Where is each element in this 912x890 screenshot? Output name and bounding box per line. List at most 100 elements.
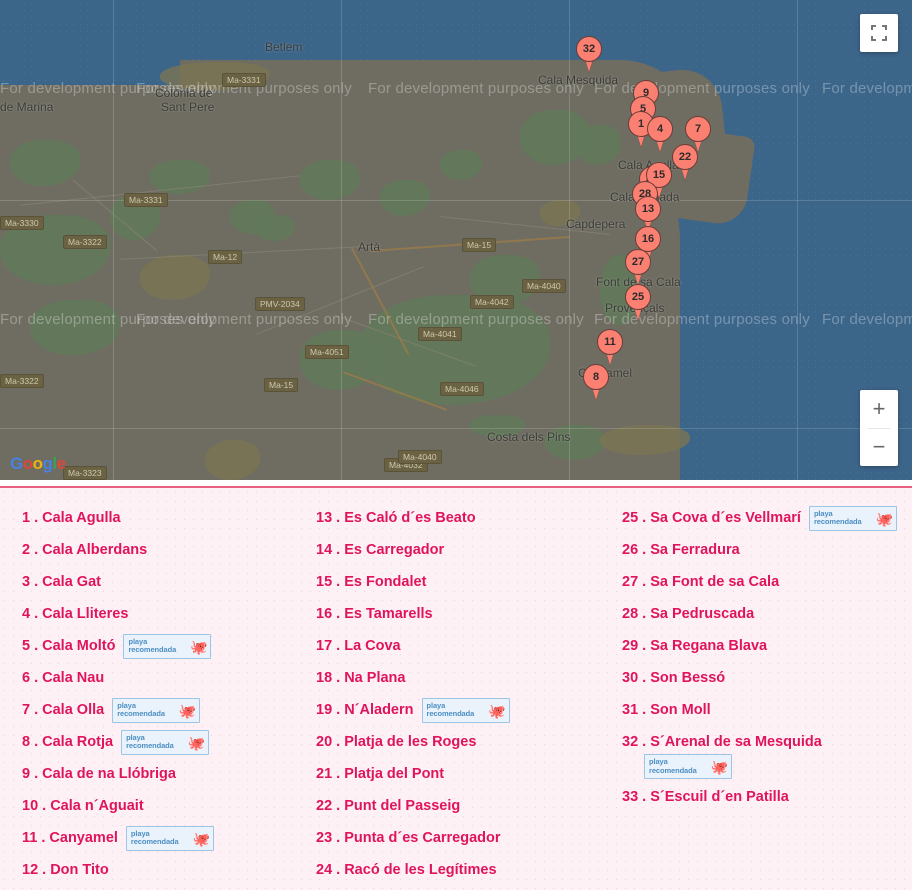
zoom-out-button[interactable]: − bbox=[860, 429, 898, 467]
map-road-shield: Ma-4042 bbox=[470, 295, 514, 309]
beach-list-item[interactable]: 25 . Sa Cova d´es Vellmarí playa recomenda… bbox=[622, 502, 912, 534]
beach-list-item[interactable]: 16 . Es Tamarells bbox=[316, 598, 608, 630]
beach-list-item[interactable]: 1 . Cala Agulla bbox=[22, 502, 304, 534]
playa-recomendada-badge-text: playa recomendada bbox=[427, 701, 475, 719]
map-marker-4[interactable]: 4 bbox=[647, 116, 673, 152]
beach-list-item[interactable]: 28 . Sa Pedruscada bbox=[622, 598, 912, 630]
beach-list-item[interactable]: 20 . Platja de les Roges bbox=[316, 726, 608, 758]
beach-list-item-label: 17 . La Cova bbox=[316, 638, 401, 654]
google-attribution-logo[interactable]: Google bbox=[10, 454, 66, 474]
beach-list-item[interactable]: 6 . Cala Nau bbox=[22, 662, 304, 694]
playa-recomendada-badge: playa recomendada 🐙 bbox=[121, 729, 210, 755]
beach-list-item[interactable]: 24 . Racó de les Legítimes bbox=[316, 854, 608, 886]
beach-list-item[interactable]: 7 . Cala Olla playa recomendada 🐙 bbox=[22, 694, 304, 726]
map-marker-number: 13 bbox=[641, 202, 655, 215]
fullscreen-button[interactable] bbox=[860, 14, 898, 52]
beach-list-item-label: 3 . Cala Gat bbox=[22, 574, 101, 590]
badge-line-2: recomendada bbox=[813, 517, 862, 526]
map-place-label: Cala Mesquida bbox=[538, 73, 619, 87]
beach-list-item-label: 33 . S´Escuil d´en Patilla bbox=[622, 789, 789, 805]
map-road-shield: Ma-4046 bbox=[440, 382, 484, 396]
map-marker-32[interactable]: 32 bbox=[576, 36, 602, 72]
zoom-in-button[interactable]: + bbox=[860, 390, 898, 428]
beach-list-item[interactable]: 31 . Son Moll bbox=[622, 694, 912, 726]
map-road-shield: Ma-3322 bbox=[63, 235, 107, 249]
beach-list-item-label: 7 . Cala Olla bbox=[22, 702, 105, 718]
beach-list-item[interactable]: 2 . Cala Alberdans bbox=[22, 534, 304, 566]
beach-list-item[interactable]: 33 . S´Escuil d´en Patilla bbox=[622, 781, 912, 813]
beach-legend-columns: 1 . Cala Agulla 2 . Cala Alberdans 3 . Cal… bbox=[0, 502, 912, 886]
beach-list-item[interactable]: 26 . Sa Ferradura bbox=[622, 534, 912, 566]
map-marker-number: 22 bbox=[678, 150, 692, 163]
map-marker-number: 4 bbox=[656, 122, 664, 135]
beach-legend-column-1: 1 . Cala Agulla 2 . Cala Alberdans 3 . Cal… bbox=[0, 502, 304, 886]
beach-list-item[interactable]: 5 . Cala Moltó playa recomendada 🐙 bbox=[22, 630, 304, 662]
map-marker-number: 16 bbox=[641, 232, 655, 245]
beach-list-item-label: 1 . Cala Agulla bbox=[22, 510, 121, 526]
map-place-label: Colònia de bbox=[155, 86, 213, 100]
beach-list-item-label: 28 . Sa Pedruscada bbox=[622, 606, 755, 622]
map-place-label: Betlem bbox=[265, 40, 303, 54]
map-marker-27[interactable]: 27 bbox=[625, 249, 651, 285]
beach-list-item-label: 9 . Cala de na Llóbriga bbox=[22, 766, 176, 782]
beach-list-item-label: 26 . Sa Ferradura bbox=[622, 542, 740, 558]
map-tile-gridline bbox=[569, 0, 570, 480]
map-marker-number: 27 bbox=[631, 255, 645, 268]
fullscreen-icon bbox=[871, 25, 887, 41]
beach-list-item-label: 8 . Cala Rotja bbox=[22, 734, 114, 750]
beach-list-item-label: 11 . Canyamel bbox=[22, 830, 118, 846]
map-marker-8[interactable]: 8 bbox=[583, 364, 609, 400]
beach-list-item[interactable]: 9 . Cala de na Llóbriga bbox=[22, 758, 304, 790]
beach-list-item[interactable]: 8 . Cala Rotja playa recomendada 🐙 bbox=[22, 726, 304, 758]
badge-line-2: recomendada bbox=[128, 645, 177, 654]
beach-list-item[interactable]: 18 . Na Plana bbox=[316, 662, 608, 694]
beach-list-item[interactable]: 21 . Platja del Pont bbox=[316, 758, 608, 790]
map-road-shield: Ma-12 bbox=[208, 250, 243, 264]
playa-recomendada-badge-text: playa recomendada bbox=[128, 637, 177, 655]
beach-list-item[interactable]: 14 . Es Carregador bbox=[316, 534, 608, 566]
beach-list-item[interactable]: 3 . Cala Gat bbox=[22, 566, 304, 598]
map-marker-number: 11 bbox=[604, 335, 616, 348]
beach-list-item[interactable]: 22 . Punt del Passeig bbox=[316, 790, 608, 822]
beach-list-item[interactable]: 30 . Son Bessó bbox=[622, 662, 912, 694]
beach-list-item-label: 13 . Es Caló d´es Beato bbox=[316, 510, 476, 526]
map-watermark: For development purposes only bbox=[822, 80, 912, 97]
zoom-controls[interactable]: + − bbox=[860, 390, 898, 466]
beach-list-item[interactable]: 23 . Punta d´es Carregador bbox=[316, 822, 608, 854]
beach-list-item[interactable]: 29 . Sa Regana Blava bbox=[622, 630, 912, 662]
beach-list-item-label: 6 . Cala Nau bbox=[22, 670, 105, 686]
map-marker-11[interactable]: 11 bbox=[597, 329, 623, 365]
map-watermark: For development purposes only bbox=[822, 311, 912, 328]
map-place-label: de Marina bbox=[0, 100, 54, 114]
octopus-mascot-icon: 🐙 bbox=[192, 830, 210, 847]
map-road-shield: Ma-3323 bbox=[63, 466, 107, 480]
map-viewport[interactable]: For development purposes only For develop… bbox=[0, 0, 912, 480]
playa-recomendada-badge: playa recomendada 🐙 bbox=[123, 633, 212, 659]
map-marker-number: 32 bbox=[582, 42, 596, 55]
map-watermark: For development purposes only bbox=[136, 311, 352, 328]
map-marker-22[interactable]: 22 bbox=[672, 144, 698, 180]
beach-list-item[interactable]: 11 . Canyamel playa recomendada 🐙 bbox=[22, 822, 304, 854]
beach-list-item[interactable]: 15 . Es Fondalet bbox=[316, 566, 608, 598]
map-road-shield: PMV-2034 bbox=[255, 297, 305, 311]
map-place-label: Sant Pere bbox=[161, 100, 215, 114]
beach-list-item[interactable]: 19 . N´Aladern playa recomendada 🐙 bbox=[316, 694, 608, 726]
beach-list-item[interactable]: 12 . Don Tito bbox=[22, 854, 304, 886]
map-marker-number: 25 bbox=[631, 290, 645, 303]
beach-list-item[interactable]: 13 . Es Caló d´es Beato bbox=[316, 502, 608, 534]
map-marker-number: 8 bbox=[592, 370, 600, 383]
beach-list-item-label: 10 . Cala n´Aguait bbox=[22, 798, 144, 814]
map-watermark: For development purposes only bbox=[594, 80, 810, 97]
beach-list-item[interactable]: 27 . Sa Font de sa Cala bbox=[622, 566, 912, 598]
playa-recomendada-badge-text: playa recomendada bbox=[117, 701, 165, 719]
beach-list-item[interactable]: 4 . Cala Lliteres bbox=[22, 598, 304, 630]
playa-recomendada-badge-text: playa recomendada bbox=[813, 509, 862, 527]
octopus-mascot-icon: 🐙 bbox=[178, 702, 197, 719]
map-marker-25[interactable]: 25 bbox=[625, 284, 651, 320]
octopus-mascot-icon: 🐙 bbox=[187, 734, 206, 751]
beach-list-item-label: 30 . Son Bessó bbox=[622, 670, 726, 686]
beach-list-item[interactable]: 17 . La Cova bbox=[316, 630, 608, 662]
beach-list-item-label: 24 . Racó de les Legítimes bbox=[316, 862, 497, 878]
octopus-mascot-icon: 🐙 bbox=[488, 702, 506, 719]
beach-list-item[interactable]: 10 . Cala n´Aguait bbox=[22, 790, 304, 822]
